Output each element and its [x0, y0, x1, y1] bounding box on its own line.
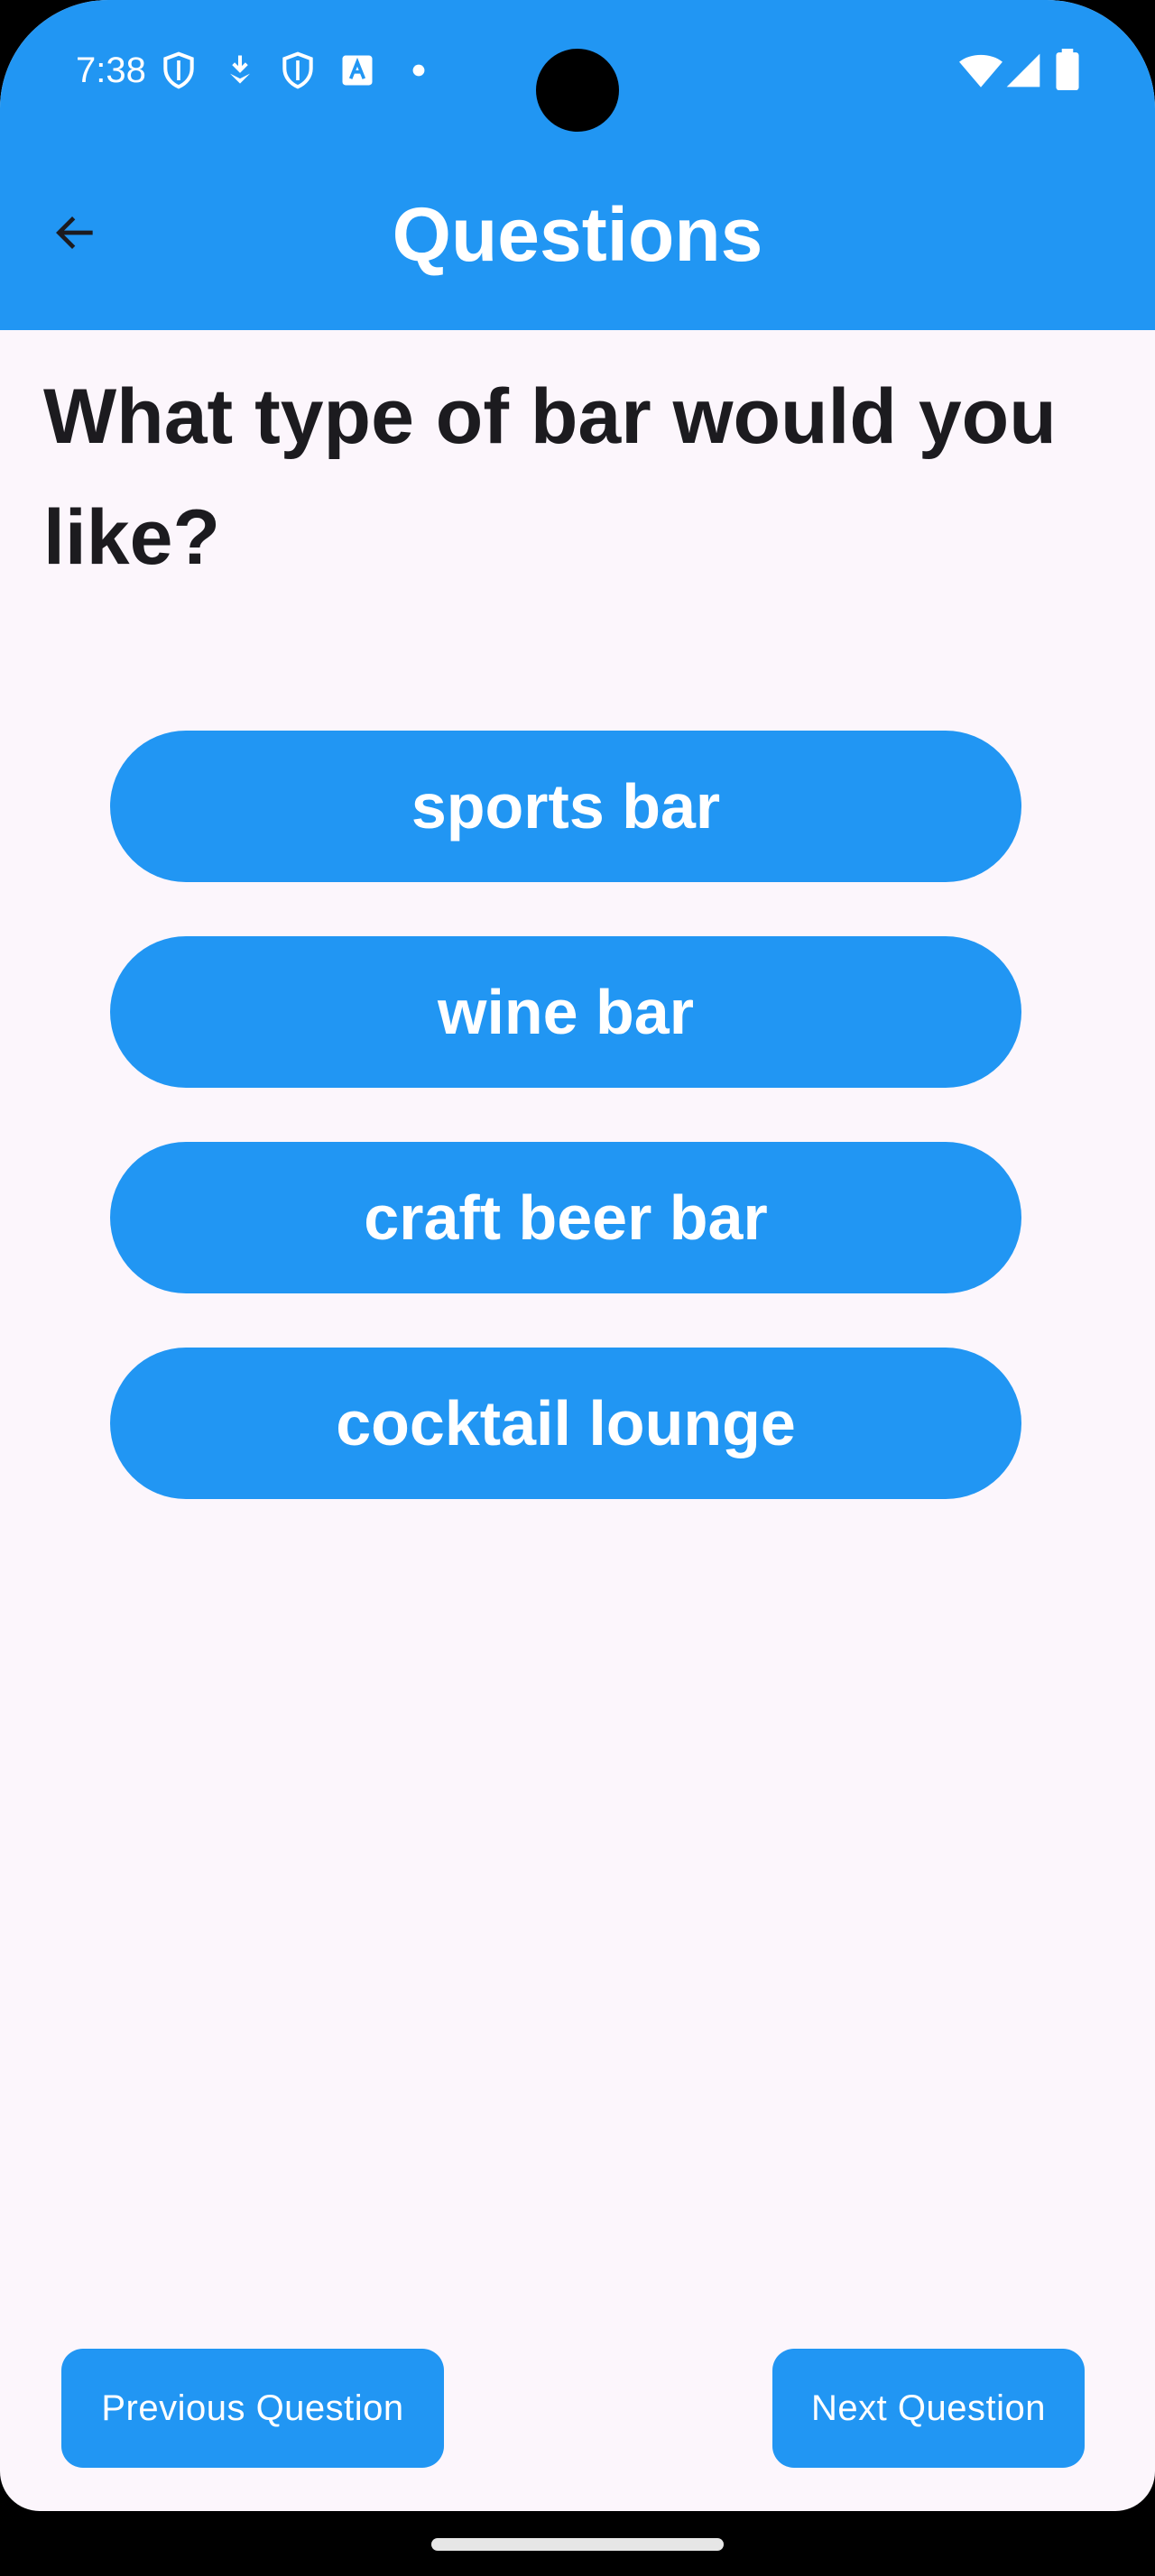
app-screen: 7:38 Questions What type of bar would yo… [0, 0, 1155, 2511]
camera-cutout [536, 49, 619, 132]
translate-icon [337, 51, 377, 90]
status-time: 7:38 [76, 51, 146, 90]
back-button[interactable] [40, 198, 112, 271]
gesture-navigation-bar[interactable] [431, 2538, 724, 2551]
arrow-left-icon [51, 207, 101, 262]
question-text: What type of bar would you like? [43, 373, 1057, 581]
shield-icon [159, 51, 199, 90]
app-header: 7:38 Questions [0, 0, 1155, 330]
shield-icon [278, 51, 318, 90]
next-question-button[interactable]: Next Question [772, 2349, 1085, 2468]
answer-button-wine-bar[interactable]: wine bar [110, 936, 1021, 1088]
previous-question-button[interactable]: Previous Question [61, 2349, 444, 2468]
answer-button-cocktail-lounge[interactable]: cocktail lounge [110, 1348, 1021, 1499]
answer-button-sports-bar[interactable]: sports bar [110, 731, 1021, 882]
status-bar: 7:38 [0, 0, 1155, 135]
page-title: Questions [392, 192, 763, 277]
cellular-signal-icon [1003, 51, 1043, 90]
dot-icon [399, 51, 439, 90]
battery-icon [1054, 49, 1081, 90]
answer-list: sports bar wine bar craft beer bar cockt… [110, 731, 1021, 1553]
wifi-icon [958, 51, 1003, 90]
app-bar: Questions [0, 162, 1155, 307]
answer-button-craft-beer-bar[interactable]: craft beer bar [110, 1142, 1021, 1293]
download-badge-icon [220, 51, 260, 90]
